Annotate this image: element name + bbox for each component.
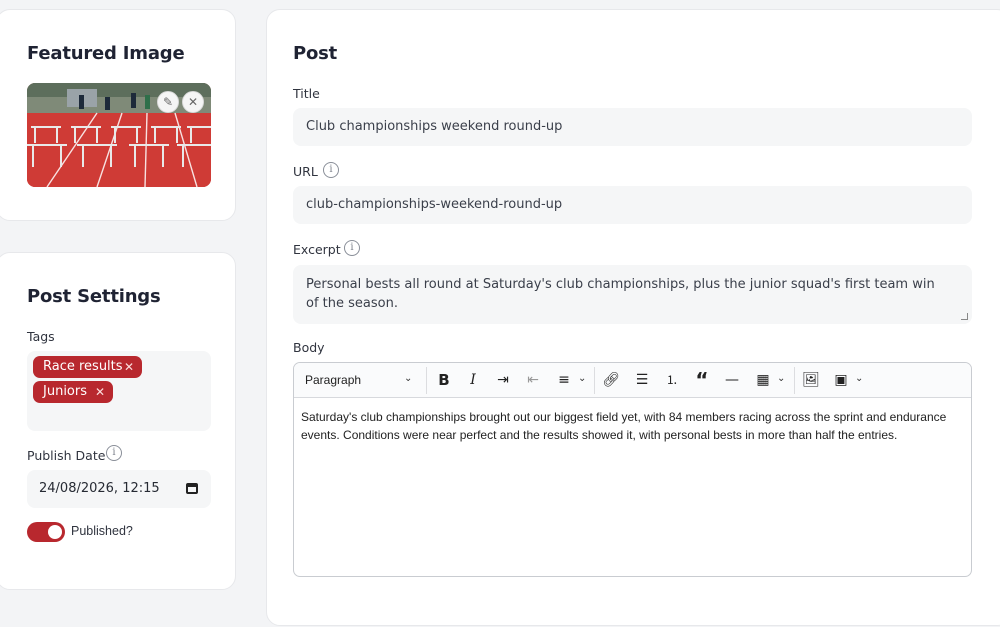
- editor-toolbar: Paragraph ⌄ B I ⇥ ⇤ ≡ ⌄ 🔗︎ ☰ ⒈ “ — ▦ ⌄ 🖼…: [294, 363, 971, 398]
- remove-image-button[interactable]: ✕: [182, 91, 204, 113]
- published-label: Published?: [71, 524, 133, 538]
- excerpt-textarea[interactable]: Personal bests all round at Saturday's c…: [293, 265, 972, 324]
- chevron-down-icon[interactable]: ⌄: [578, 373, 586, 384]
- toolbar-divider: [426, 367, 427, 394]
- title-input[interactable]: Club championships weekend round-up: [293, 108, 972, 146]
- body-label: Body: [293, 340, 325, 355]
- featured-image-title: Featured Image: [27, 43, 185, 64]
- info-icon[interactable]: i: [344, 240, 360, 256]
- toggle-knob: [48, 525, 62, 539]
- italic-icon[interactable]: I: [463, 369, 483, 391]
- close-icon: ✕: [187, 95, 199, 109]
- title-label: Title: [293, 86, 320, 101]
- bullet-list-icon[interactable]: ☰: [631, 369, 653, 391]
- quote-icon[interactable]: “: [692, 369, 712, 391]
- info-icon[interactable]: i: [106, 445, 122, 461]
- edit-icon: ✎: [162, 95, 174, 109]
- remove-tag-icon[interactable]: ✕: [124, 356, 134, 378]
- published-toggle[interactable]: [27, 522, 65, 542]
- horizontal-rule-icon[interactable]: —: [721, 369, 743, 391]
- url-input[interactable]: club-championships-weekend-round-up: [293, 186, 972, 224]
- chevron-down-icon[interactable]: ⌄: [777, 373, 785, 384]
- post-settings-title: Post Settings: [27, 286, 161, 307]
- publish-date-value: 24/08/2026, 12:15: [39, 481, 160, 496]
- post-title: Post: [293, 43, 338, 64]
- bold-icon[interactable]: B: [434, 369, 454, 391]
- toolbar-divider: [594, 367, 595, 394]
- chevron-down-icon[interactable]: ⌄: [855, 373, 863, 384]
- tag-chip[interactable]: Race results ✕: [33, 356, 142, 378]
- tags-input[interactable]: Race results ✕ Juniors ✕: [27, 351, 211, 431]
- media-icon[interactable]: ▣: [830, 369, 852, 391]
- outdent-icon[interactable]: ⇤: [522, 369, 544, 391]
- link-icon[interactable]: 🔗︎: [600, 369, 622, 391]
- table-icon[interactable]: ▦: [752, 369, 774, 391]
- excerpt-value: Personal bests all round at Saturday's c…: [306, 277, 935, 311]
- edit-image-button[interactable]: ✎: [157, 91, 179, 113]
- remove-tag-icon[interactable]: ✕: [95, 381, 105, 403]
- image-icon[interactable]: 🖼︎: [800, 369, 822, 391]
- body-editor[interactable]: Paragraph ⌄ B I ⇥ ⇤ ≡ ⌄ 🔗︎ ☰ ⒈ “ — ▦ ⌄ 🖼…: [293, 362, 972, 577]
- publish-date-input[interactable]: 24/08/2026, 12:15: [27, 470, 211, 508]
- numbered-list-icon[interactable]: ⒈: [661, 369, 683, 391]
- url-label: URL: [293, 164, 318, 179]
- tag-chip[interactable]: Juniors ✕: [33, 381, 113, 403]
- tags-label: Tags: [27, 329, 55, 344]
- align-icon[interactable]: ≡: [554, 369, 574, 391]
- tag-label: Juniors: [43, 384, 87, 399]
- editor-content[interactable]: Saturday's club championships brought ou…: [301, 409, 953, 444]
- featured-image-card: Featured Image ✎ ✕: [0, 9, 236, 221]
- indent-icon[interactable]: ⇥: [492, 369, 514, 391]
- calendar-icon[interactable]: [186, 483, 198, 494]
- post-card: Post Title Club championships weekend ro…: [266, 9, 1000, 626]
- publish-date-label: Publish Date: [27, 448, 106, 463]
- resize-handle[interactable]: [961, 313, 968, 320]
- excerpt-label: Excerpt: [293, 242, 341, 257]
- toolbar-divider: [794, 367, 795, 394]
- post-settings-card: Post Settings Tags Race results ✕ Junior…: [0, 252, 236, 590]
- block-format-select[interactable]: Paragraph: [305, 373, 361, 387]
- info-icon[interactable]: i: [323, 162, 339, 178]
- chevron-down-icon[interactable]: ⌄: [404, 373, 412, 384]
- tag-label: Race results: [43, 359, 123, 374]
